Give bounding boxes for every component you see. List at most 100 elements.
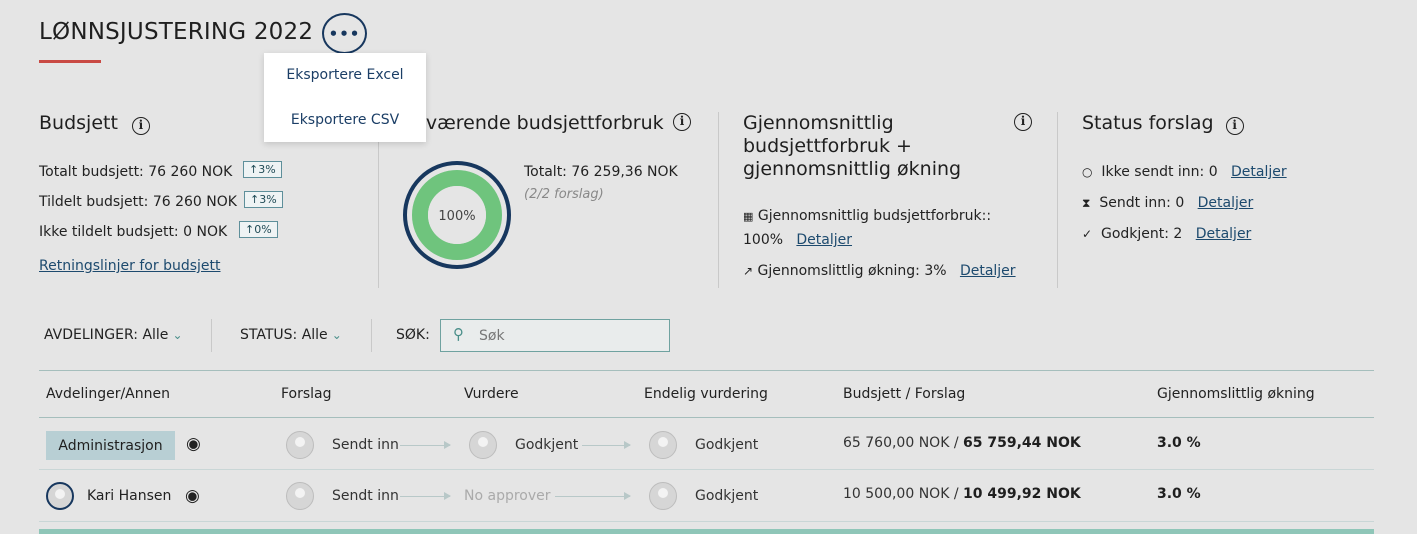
search-input[interactable]: ⚲ Søk	[440, 319, 670, 352]
unassigned-budget-value: 0 NOK	[183, 224, 228, 240]
average-increase-label: Gjennomslittlig økning:	[757, 263, 920, 279]
budget-amount: 10 500,00 NOK	[843, 486, 950, 502]
usage-heading: Nåværende budsjettforbruk	[400, 112, 700, 134]
status-approved-label: Godkjent:	[1100, 226, 1169, 242]
eye-icon[interactable]: ◉	[185, 486, 200, 506]
scroll-indicator	[39, 529, 1374, 534]
avatar	[649, 431, 677, 459]
average-increase-details-link[interactable]: Detaljer	[960, 263, 1016, 279]
status-filter[interactable]: STATUS: Alle ⌄	[240, 327, 342, 343]
usage-heading-text: Nåværende budsjettforbruk	[400, 112, 664, 134]
status-sent: ⧗ Sendt inn: 0 Detaljer	[1082, 195, 1253, 211]
proposals-note: (2/2 forslag)	[524, 187, 604, 202]
search-label: SØK:	[396, 327, 430, 343]
budget-proposal: 10 500,00 NOK / 10 499,92 NOK	[843, 486, 1081, 502]
info-icon[interactable]: i	[673, 113, 691, 131]
hourglass-icon: ⧗	[1082, 196, 1091, 210]
check-icon: ✓	[1082, 227, 1093, 241]
avatar	[46, 482, 74, 510]
departments-filter-label: AVDELINGER:	[44, 327, 138, 343]
status-approved: ✓ Godkjent: 2 Detaljer	[1082, 226, 1251, 242]
status-filter-label: STATUS:	[240, 327, 298, 343]
more-options-button[interactable]: •••	[322, 13, 367, 54]
arrow-right-icon	[400, 441, 451, 449]
menu-item-export-excel[interactable]: Eksportere Excel	[264, 67, 426, 83]
budget-heading: Budsjett i	[39, 112, 150, 135]
proposal-status: Sendt inn	[332, 488, 399, 504]
usage-total-value: 76 259,36 NOK	[571, 164, 678, 180]
unassigned-budget-badge: ↑0%	[239, 221, 278, 238]
divider	[718, 112, 719, 288]
assigned-budget-value: 76 260 NOK	[152, 194, 237, 210]
assigned-budget: Tildelt budsjett: 76 260 NOK	[39, 194, 237, 210]
avatar	[286, 431, 314, 459]
total-budget-badge: ↑3%	[243, 161, 282, 178]
assigned-budget-label: Tildelt budsjett:	[39, 194, 149, 210]
proposal-amount: 10 499,92 NOK	[963, 486, 1081, 502]
status-not-sent-label: Ikke sendt inn:	[1101, 164, 1205, 180]
divider	[211, 319, 212, 352]
unassigned-budget-label: Ikke tildelt budsjett:	[39, 224, 179, 240]
trending-up-icon: ↗	[743, 264, 754, 278]
info-icon[interactable]: i	[131, 117, 150, 135]
budget-proposal: 65 760,00 NOK / 65 759,44 NOK	[843, 435, 1081, 451]
donut-label: 100%	[438, 209, 475, 224]
info-icon[interactable]: i	[1014, 113, 1032, 131]
title-underline	[39, 60, 101, 63]
avatar	[469, 431, 497, 459]
departments-filter-value: Alle	[142, 327, 169, 343]
table-header-border	[39, 417, 1374, 418]
divider	[371, 319, 372, 352]
status-not-sent-details-link[interactable]: Detaljer	[1231, 164, 1287, 180]
departments-filter[interactable]: AVDELINGER: Alle ⌄	[44, 327, 183, 343]
status-filter-value: Alle	[301, 327, 328, 343]
final-status: Godkjent	[695, 437, 759, 453]
row-divider	[39, 521, 1374, 522]
column-header-final-review: Endelig vurdering	[644, 386, 768, 402]
proposal-status: Sendt inn	[332, 437, 399, 453]
average-increase: ↗ Gjennomslittlig økning: 3% Detaljer	[743, 263, 1016, 279]
avatar	[649, 482, 677, 510]
usage-donut-chart: 100%	[403, 161, 511, 269]
average-usage-details-link[interactable]: Detaljer	[796, 232, 852, 248]
status-approved-value: 2	[1173, 226, 1183, 242]
column-header-review: Vurdere	[464, 386, 519, 402]
avatar	[286, 482, 314, 510]
proposal-amount: 65 759,44 NOK	[963, 435, 1081, 451]
page-title: LØNNSJUSTERING 2022	[39, 19, 314, 45]
search-icon: ⚲	[453, 325, 464, 343]
average-usage-label: Gjennomsnittlig budsjettforbruk::	[757, 208, 992, 224]
employee-name[interactable]: Kari Hansen	[87, 488, 171, 504]
average-heading-line2: budsjettforbruk +	[743, 135, 912, 157]
status-not-sent-value: 0	[1208, 164, 1218, 180]
menu-item-export-csv[interactable]: Eksportere CSV	[264, 112, 426, 128]
arrow-right-icon	[400, 492, 451, 500]
unassigned-budget: Ikke tildelt budsjett: 0 NOK	[39, 224, 227, 240]
average-usage: ▦ Gjennomsnittlig budsjettforbruk::	[743, 208, 991, 224]
column-header-proposal: Forslag	[281, 386, 332, 402]
total-budget: Totalt budsjett: 76 260 NOK	[39, 164, 232, 180]
status-sent-details-link[interactable]: Detaljer	[1198, 195, 1254, 211]
arrow-right-icon	[582, 441, 631, 449]
info-icon[interactable]: i	[1225, 117, 1244, 135]
department-tag-administrasjon[interactable]: Administrasjon	[46, 431, 175, 460]
status-sent-value: 0	[1175, 195, 1185, 211]
more-horizontal-icon: •••	[328, 24, 361, 43]
budget-guidelines-link[interactable]: Retningslinjer for budsjett	[39, 258, 221, 274]
column-header-department: Avdelinger/Annen	[46, 386, 170, 402]
table-top-border	[39, 370, 1374, 371]
average-heading-line1: Gjennomsnittlig	[743, 112, 894, 134]
average-increase-value: 3.0 %	[1157, 486, 1201, 502]
average-increase-value: 3.0 %	[1157, 435, 1201, 451]
column-header-average-increase: Gjennomslittlig økning	[1157, 386, 1315, 402]
status-heading: Status forslag i	[1082, 112, 1244, 135]
budget-heading-text: Budsjett	[39, 112, 118, 134]
arrow-right-icon	[555, 492, 631, 500]
eye-icon[interactable]: ◉	[186, 434, 201, 454]
budget-amount: 65 760,00 NOK	[843, 435, 950, 451]
average-heading-line3: gjennomsnittlig økning	[743, 158, 962, 180]
chevron-down-icon: ⌄	[172, 328, 183, 342]
status-approved-details-link[interactable]: Detaljer	[1196, 226, 1252, 242]
status-not-sent: ○ Ikke sendt inn: 0 Detaljer	[1082, 164, 1287, 180]
row-divider	[39, 469, 1374, 470]
